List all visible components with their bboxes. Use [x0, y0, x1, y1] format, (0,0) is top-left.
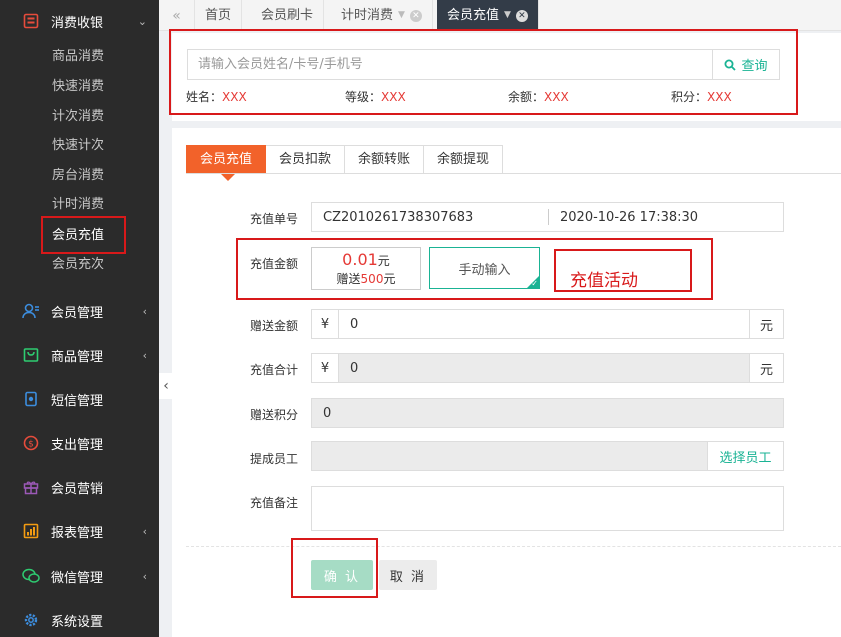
order-no-field: CZ2010261738307683 2020-10-26 17:38:30: [311, 202, 784, 232]
sidebar-group-report[interactable]: 报表管理 ‹: [0, 511, 159, 551]
operation-tabs: 会员充值 会员扣款 余额转账 余额提现: [186, 145, 504, 181]
order-datetime: 2020-10-26 17:38:30: [560, 210, 699, 225]
chevron-left-icon: ‹: [142, 304, 147, 318]
currency-prefix: ¥: [311, 309, 339, 339]
gift-icon: [22, 478, 40, 496]
tab-member-recharge-op[interactable]: 会员充值: [186, 145, 267, 181]
expense-icon: $: [22, 434, 40, 452]
sidebar-item-count-consume[interactable]: 计次消费: [0, 102, 159, 132]
pin-icon[interactable]: ▼: [504, 0, 511, 31]
chevron-left-icon: ‹: [142, 569, 147, 583]
order-no-value: CZ2010261738307683: [323, 210, 474, 225]
staff-label: 提成员工: [250, 452, 299, 466]
tab-home[interactable]: 首页: [195, 0, 243, 31]
member-icon: [22, 302, 40, 320]
goods-icon: [22, 346, 40, 364]
points-label: 赠送积分: [250, 408, 299, 422]
gift-amount-label: 赠送金额: [250, 319, 299, 333]
gear-icon: [22, 611, 40, 629]
sms-icon: [22, 390, 40, 408]
sidebar-item-room-consume[interactable]: 房台消费: [0, 161, 159, 191]
tab-member-recharge[interactable]: 会员充值 ▼ ✕: [437, 0, 539, 31]
remark-label: 充值备注: [250, 496, 299, 510]
report-icon: [22, 522, 40, 540]
tab-timed-consume[interactable]: 计时消费 ▼ ✕: [331, 0, 433, 31]
unit-suffix: 元: [749, 353, 784, 383]
pin-icon[interactable]: ▼: [398, 0, 405, 31]
tab-member-card[interactable]: 会员刷卡: [251, 0, 325, 31]
tab-bar: « 首页 会员刷卡 计时消费 ▼ ✕ 会员充值 ▼ ✕: [159, 0, 841, 31]
double-chevron-left-icon: «: [172, 7, 181, 24]
cashier-icon: [22, 12, 40, 30]
sidebar-collapse-handle[interactable]: ‹: [159, 373, 173, 399]
svg-text:$: $: [28, 440, 34, 450]
annotation-box-promo: [554, 249, 692, 292]
field-divider: [548, 209, 549, 225]
select-staff-button[interactable]: 选择员工: [707, 441, 784, 471]
sidebar-group-cashier[interactable]: 消费收银 ⌄: [0, 1, 159, 41]
sidebar-group-sms[interactable]: 短信管理: [0, 379, 159, 419]
close-icon[interactable]: ✕: [515, 9, 528, 22]
sidebar-item-member-recharge-count[interactable]: 会员充次: [0, 250, 159, 280]
sidebar-group-wechat[interactable]: 微信管理 ‹: [0, 556, 159, 596]
sidebar-item-goods-consume[interactable]: 商品消费: [0, 42, 159, 72]
annotation-box-confirm: [291, 538, 378, 598]
chevron-left-icon: ‹: [142, 348, 147, 362]
wechat-icon: [22, 567, 40, 585]
tab-scroll-left-button[interactable]: «: [159, 0, 195, 31]
chevron-down-icon: ⌄: [137, 14, 147, 28]
sidebar-group-member[interactable]: 会员管理 ‹: [0, 291, 159, 331]
currency-prefix: ¥: [311, 353, 339, 383]
sidebar-group-expense[interactable]: $ 支出管理: [0, 423, 159, 463]
form-divider: [186, 546, 841, 547]
total-label: 充值合计: [250, 363, 299, 377]
sidebar-group-marketing[interactable]: 会员营销: [0, 467, 159, 507]
order-no-label: 充值单号: [250, 212, 299, 226]
tab-member-deduct[interactable]: 会员扣款: [266, 145, 346, 174]
close-icon[interactable]: ✕: [409, 9, 422, 22]
chevron-left-icon: ‹: [163, 378, 169, 394]
chevron-left-icon: ‹: [142, 524, 147, 538]
remark-textarea[interactable]: [311, 486, 784, 531]
tabs-divider: [186, 173, 841, 174]
tab-balance-withdraw[interactable]: 余额提现: [424, 145, 504, 174]
unit-suffix: 元: [749, 309, 784, 339]
sidebar-item-quick-consume[interactable]: 快速消费: [0, 72, 159, 102]
points-field: 0: [311, 398, 784, 428]
cancel-button[interactable]: 取 消: [379, 560, 437, 590]
sidebar-group-settings[interactable]: 系统设置: [0, 600, 159, 637]
sidebar: 消费收银 ⌄ 商品消费 快速消费 计次消费 快速计次 房台消费 计时消费 会员充…: [0, 0, 159, 637]
sidebar-group-goods[interactable]: 商品管理 ‹: [0, 335, 159, 375]
recharge-form-panel: 会员充值 会员扣款 余额转账 余额提现 充值单号 CZ2010261738307…: [172, 128, 841, 637]
staff-field[interactable]: [311, 441, 708, 471]
tab-balance-transfer[interactable]: 余额转账: [345, 145, 425, 174]
sidebar-item-quick-count[interactable]: 快速计次: [0, 131, 159, 161]
total-field: 0: [338, 353, 750, 383]
annotation-box-search: [169, 29, 798, 115]
annotation-box-sidebar: [41, 216, 126, 254]
gift-amount-input[interactable]: 0: [338, 309, 750, 339]
